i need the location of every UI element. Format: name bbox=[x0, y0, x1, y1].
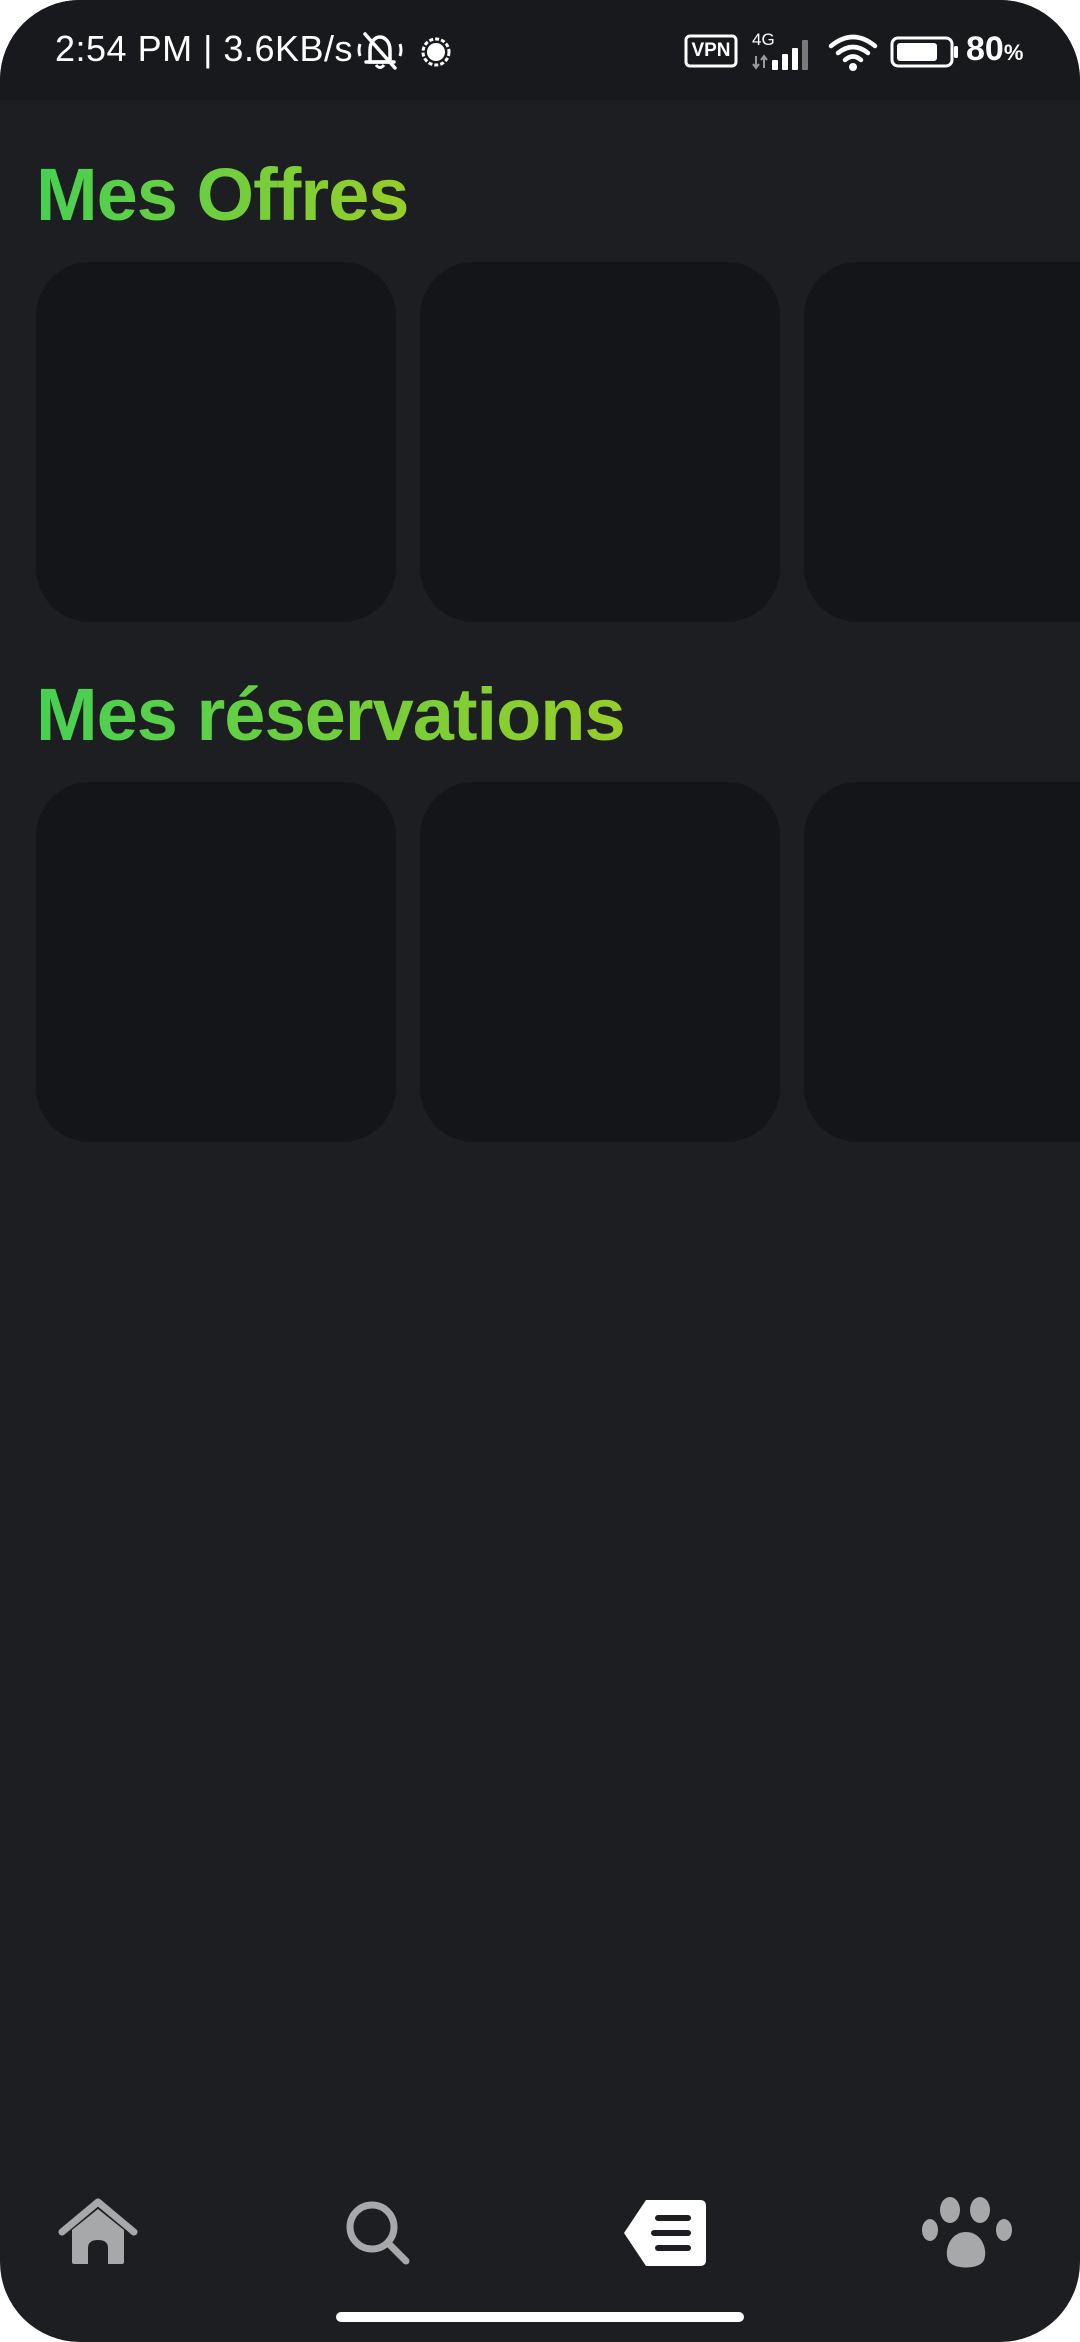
battery-unit: % bbox=[1003, 40, 1024, 65]
reservations-section-title: Mes réservations bbox=[36, 673, 626, 756]
chat-bubble-icon bbox=[420, 36, 452, 68]
home-icon bbox=[58, 2198, 138, 2273]
cellular-signal-icon: 4G bbox=[750, 30, 820, 72]
status-bar: 2:54 PM | 3.6KB/s VPN 4G 80% bbox=[0, 0, 1080, 100]
offer-card[interactable] bbox=[804, 262, 1080, 622]
battery-fill bbox=[897, 43, 937, 61]
muted-bell-icon bbox=[356, 30, 404, 72]
battery-icon bbox=[890, 36, 960, 68]
reservation-card[interactable] bbox=[804, 782, 1080, 1142]
battery-value: 80 bbox=[966, 30, 1004, 68]
nav-home-tab[interactable] bbox=[43, 2180, 153, 2290]
offers-carousel[interactable] bbox=[0, 262, 1080, 622]
nav-offers-tab[interactable] bbox=[610, 2180, 720, 2290]
reservation-card[interactable] bbox=[420, 782, 780, 1142]
vpn-label: VPN bbox=[691, 40, 731, 61]
offers-section-title: Mes Offres bbox=[36, 153, 409, 236]
wifi-icon bbox=[828, 34, 878, 72]
offer-card[interactable] bbox=[36, 262, 396, 622]
home-indicator-bar[interactable] bbox=[336, 2312, 744, 2322]
nav-search-tab[interactable] bbox=[323, 2180, 433, 2290]
bottom-navigation bbox=[0, 2180, 1080, 2290]
paw-icon bbox=[922, 2196, 1014, 2275]
battery-percentage: 80% bbox=[966, 30, 1023, 69]
app-screen: 2:54 PM | 3.6KB/s VPN 4G 80% Mes Offres … bbox=[0, 0, 1080, 2342]
search-icon bbox=[342, 2197, 414, 2274]
network-type-label: 4G bbox=[752, 30, 775, 49]
offer-card[interactable] bbox=[420, 262, 780, 622]
status-time: 2:54 PM | 3.6KB/s bbox=[55, 28, 353, 69]
reservation-card[interactable] bbox=[36, 782, 396, 1142]
vpn-badge: VPN bbox=[684, 34, 738, 68]
reservations-carousel[interactable] bbox=[0, 782, 1080, 1142]
nav-pets-tab[interactable] bbox=[913, 2180, 1023, 2290]
offers-tag-icon bbox=[622, 2198, 708, 2273]
